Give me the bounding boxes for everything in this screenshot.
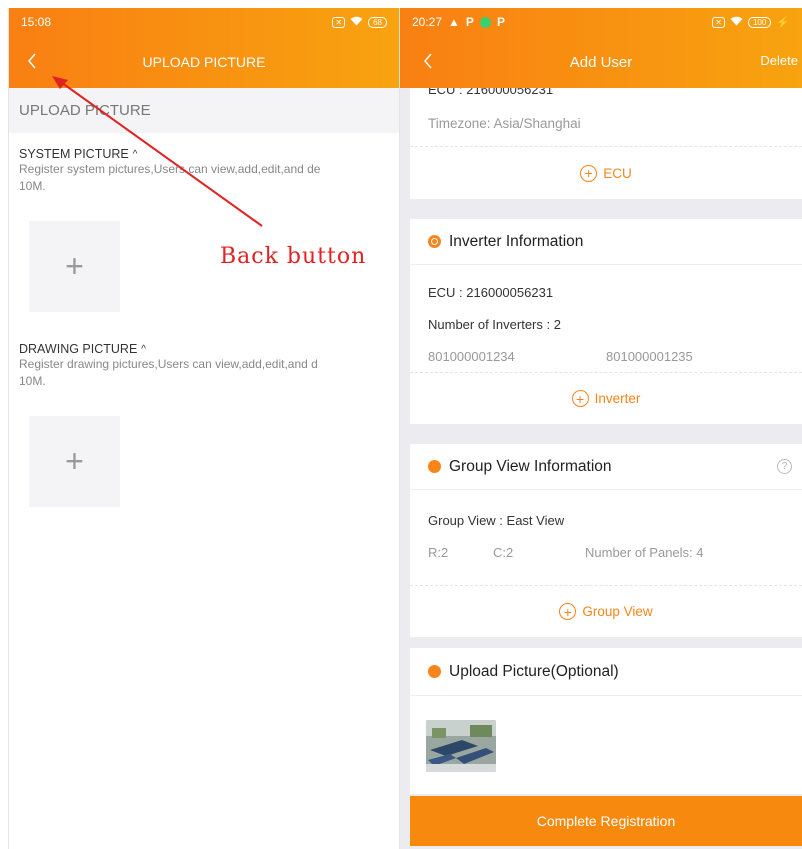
annotation-label: Back button xyxy=(220,244,367,269)
annotation-arrow xyxy=(52,76,263,227)
